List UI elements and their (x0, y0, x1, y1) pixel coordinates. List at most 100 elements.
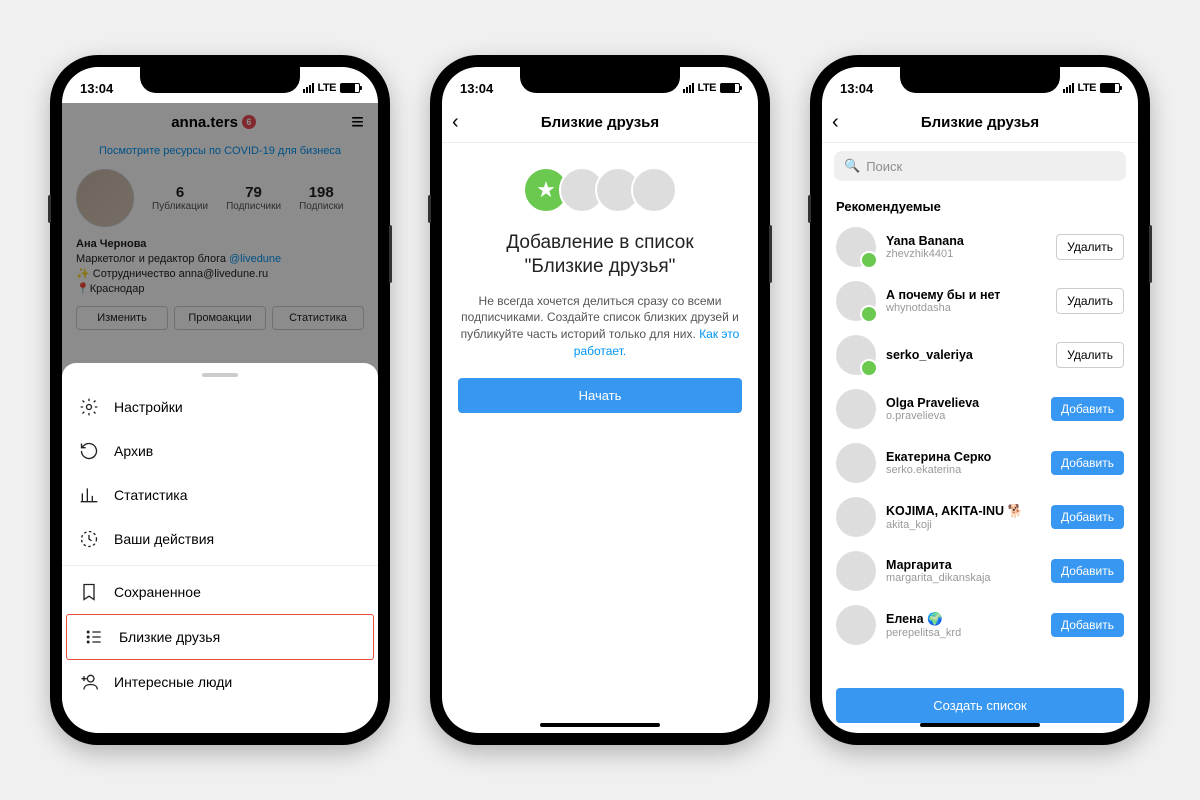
avatar[interactable] (836, 389, 876, 429)
friend-username: zhevzhik4401 (886, 248, 1046, 260)
create-list-button[interactable]: Создать список (836, 688, 1124, 723)
sheet-item-bookmark[interactable]: Сохраненное (62, 570, 378, 614)
nav-bar: ‹ Близкие друзья (822, 103, 1138, 143)
sheet-item-label: Статистика (114, 487, 188, 503)
avatar[interactable] (836, 605, 876, 645)
signal-icon (303, 83, 314, 93)
notch (900, 67, 1060, 93)
sheet-item-activity[interactable]: Ваши действия (62, 517, 378, 561)
avatar[interactable] (836, 443, 876, 483)
avatar-stack: ★ (458, 167, 742, 213)
home-indicator[interactable] (540, 723, 660, 727)
friend-username: o.pravelieva (886, 410, 1041, 422)
avatar[interactable] (836, 551, 876, 591)
friend-name: Olga Pravelieva (886, 396, 1041, 410)
search-icon: 🔍 (844, 158, 860, 174)
bottom-sheet: Настройки Архив Статистика Ваши действия Со… (62, 363, 378, 733)
phone-2: 13:04 LTE ‹ Близкие друзья ★ Добавление … (430, 55, 770, 745)
archive-icon (78, 441, 100, 461)
battery-icon (720, 83, 740, 93)
sheet-item-list[interactable]: Близкие друзья (66, 614, 374, 660)
avatar[interactable] (836, 227, 876, 267)
friend-username: whynotdasha (886, 302, 1046, 314)
friend-username: serko.ekaterina (886, 464, 1041, 476)
home-indicator[interactable] (920, 723, 1040, 727)
friend-row: А почему бы и нетwhynotdasha Удалить (822, 274, 1138, 328)
status-net: LTE (318, 82, 336, 94)
add-button[interactable]: Добавить (1051, 613, 1124, 637)
friend-name: А почему бы и нет (886, 288, 1046, 302)
notch (520, 67, 680, 93)
back-button[interactable]: ‹ (452, 111, 459, 134)
divider (62, 565, 378, 566)
friends-list[interactable]: Yana Bananazhevzhik4401УдалитьА почему б… (822, 220, 1138, 660)
sheet-item-stats[interactable]: Статистика (62, 473, 378, 517)
sheet-item-label: Ваши действия (114, 531, 214, 547)
status-time: 13:04 (840, 81, 873, 96)
battery-icon (1100, 83, 1120, 93)
remove-button[interactable]: Удалить (1056, 234, 1124, 260)
nav-bar: ‹ Близкие друзья (442, 103, 758, 143)
status-time: 13:04 (460, 81, 493, 96)
friend-row: Маргаритаmargarita_dikanskaja Добавить (822, 544, 1138, 598)
friend-name: Елена 🌍 (886, 612, 1041, 627)
nav-title: Близкие друзья (541, 114, 659, 131)
sheet-item-addperson[interactable]: Интересные люди (62, 660, 378, 704)
friend-row: KOJIMA, AKITA-INU 🐕akita_koji Добавить (822, 490, 1138, 544)
start-button[interactable]: Начать (458, 378, 742, 413)
sheet-item-label: Близкие друзья (119, 629, 220, 645)
friend-name: Екатерина Серко (886, 450, 1041, 464)
battery-icon (340, 83, 360, 93)
sheet-item-label: Интересные люди (114, 674, 232, 690)
list-icon (83, 627, 105, 647)
gear-icon (78, 397, 100, 417)
friend-row: serko_valeriya Удалить (822, 328, 1138, 382)
add-button[interactable]: Добавить (1051, 451, 1124, 475)
friend-name: KOJIMA, AKITA-INU 🐕 (886, 504, 1041, 519)
friend-username: margarita_dikanskaja (886, 572, 1041, 584)
phone-1: 13:04 LTE anna.ters 6 ≡ Посмотрите ресур… (50, 55, 390, 745)
status-net: LTE (1078, 82, 1096, 94)
bookmark-icon (78, 582, 100, 602)
sheet-item-label: Сохраненное (114, 584, 201, 600)
status-time: 13:04 (80, 81, 113, 96)
remove-button[interactable]: Удалить (1056, 288, 1124, 314)
signal-icon (683, 83, 694, 93)
section-header: Рекомендуемые (822, 189, 1138, 220)
onboarding-desc: Не всегда хочется делиться сразу со всем… (458, 293, 742, 360)
friend-row: Yana Bananazhevzhik4401 Удалить (822, 220, 1138, 274)
remove-button[interactable]: Удалить (1056, 342, 1124, 368)
sheet-item-label: Архив (114, 443, 153, 459)
friend-name: serko_valeriya (886, 348, 1046, 362)
add-button[interactable]: Добавить (1051, 397, 1124, 421)
onboarding-heading: Добавление в список "Близкие друзья" (458, 231, 742, 279)
status-net: LTE (698, 82, 716, 94)
nav-title: Близкие друзья (921, 114, 1039, 131)
avatar[interactable] (836, 335, 876, 375)
add-button[interactable]: Добавить (1051, 559, 1124, 583)
addperson-icon (78, 672, 100, 692)
friend-row: Елена 🌍perepelitsa_krd Добавить (822, 598, 1138, 652)
phone-3: 13:04 LTE ‹ Близкие друзья 🔍 Поиск Реком… (810, 55, 1150, 745)
avatar[interactable] (836, 497, 876, 537)
sheet-item-archive[interactable]: Архив (62, 429, 378, 473)
friend-row: Екатерина Серкоserko.ekaterina Добавить (822, 436, 1138, 490)
back-button[interactable]: ‹ (832, 111, 839, 134)
add-button[interactable]: Добавить (1051, 505, 1124, 529)
search-placeholder: Поиск (866, 159, 902, 174)
avatar (631, 167, 677, 213)
notch (140, 67, 300, 93)
avatar[interactable] (836, 281, 876, 321)
sheet-item-gear[interactable]: Настройки (62, 385, 378, 429)
friend-name: Yana Banana (886, 234, 1046, 248)
friend-username: akita_koji (886, 519, 1041, 531)
search-input[interactable]: 🔍 Поиск (834, 151, 1126, 181)
signal-icon (1063, 83, 1074, 93)
stats-icon (78, 485, 100, 505)
friend-name: Маргарита (886, 558, 1041, 572)
sheet-grabber[interactable] (202, 373, 238, 377)
friend-username: perepelitsa_krd (886, 627, 1041, 639)
friend-row: Olga Pravelievao.pravelieva Добавить (822, 382, 1138, 436)
activity-icon (78, 529, 100, 549)
sheet-item-label: Настройки (114, 399, 183, 415)
